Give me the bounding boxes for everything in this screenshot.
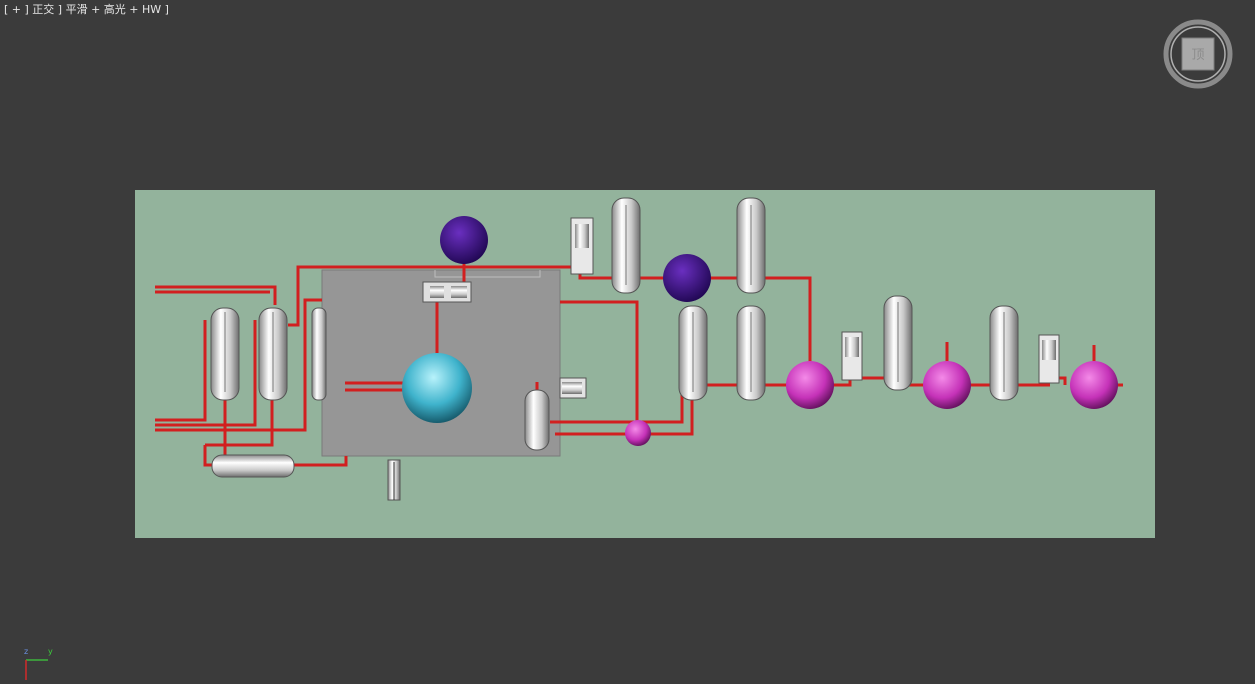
- sphere-tank-cyan[interactable]: [402, 353, 472, 423]
- scene-canvas[interactable]: [0, 0, 1255, 684]
- instrument-box[interactable]: [1038, 334, 1060, 384]
- axis-y-label: y: [48, 647, 53, 656]
- sphere-tank-magenta[interactable]: [923, 361, 971, 409]
- column-vessel[interactable]: [311, 307, 327, 401]
- viewport-label[interactable]: [ + ] 正交 ] 平滑 + 高光 + HW ]: [4, 1, 169, 17]
- sphere-tank-magenta[interactable]: [1070, 361, 1118, 409]
- viewcube-face-label: 顶: [1191, 48, 1204, 63]
- sphere-tank-purple[interactable]: [625, 420, 651, 446]
- axis-z-label: z: [24, 647, 28, 656]
- column-vessel[interactable]: [258, 307, 288, 401]
- column-vessel[interactable]: [611, 197, 641, 294]
- column-vessel[interactable]: [678, 305, 708, 401]
- horizontal-tank[interactable]: [211, 454, 295, 478]
- viewport[interactable]: [ + ] 正交 ] 平滑 + 高光 + HW ] 顶 z y: [0, 0, 1255, 684]
- instrument-box[interactable]: [841, 331, 863, 381]
- column-vessel[interactable]: [736, 197, 766, 294]
- pump-unit[interactable]: [422, 281, 472, 303]
- instrument-box[interactable]: [570, 217, 594, 275]
- column-vessel[interactable]: [989, 305, 1019, 401]
- side-nozzle[interactable]: [559, 377, 587, 399]
- sphere-tank-magenta[interactable]: [786, 361, 834, 409]
- column-vessel[interactable]: [210, 307, 240, 401]
- valve-stand[interactable]: [387, 459, 401, 501]
- sphere-tank-purple[interactable]: [440, 216, 488, 264]
- column-vessel[interactable]: [883, 295, 913, 391]
- viewcube-icon[interactable]: 顶: [1162, 18, 1234, 90]
- vertical-drum[interactable]: [524, 389, 550, 451]
- sphere-tank-purple[interactable]: [663, 254, 711, 302]
- axis-gizmo: z y: [24, 647, 53, 680]
- column-vessel[interactable]: [736, 305, 766, 401]
